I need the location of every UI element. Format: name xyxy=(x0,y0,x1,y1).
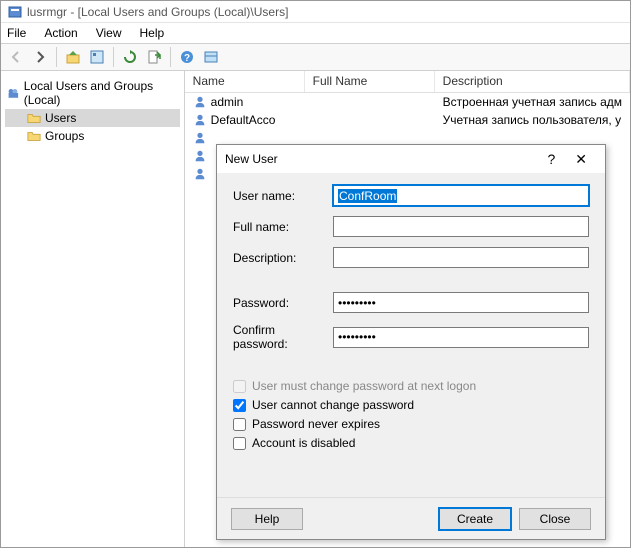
description-field[interactable] xyxy=(333,247,589,268)
check-disabled-box[interactable] xyxy=(233,437,246,450)
tree-groups[interactable]: Groups xyxy=(5,127,180,145)
username-label: User name: xyxy=(233,189,333,203)
username-value: ConfRoom xyxy=(338,189,397,203)
help-button[interactable]: ? xyxy=(176,46,198,68)
fullname-field[interactable] xyxy=(333,216,589,237)
user-icon xyxy=(193,131,207,145)
folder-icon xyxy=(27,111,41,125)
confirm-row: Confirm password: xyxy=(233,323,589,351)
separator xyxy=(113,47,114,67)
close-button[interactable]: Close xyxy=(519,508,591,530)
back-button[interactable] xyxy=(5,46,27,68)
help-icon[interactable]: ? xyxy=(537,151,565,167)
list-header: Name Full Name Description xyxy=(185,71,630,93)
password-field[interactable] xyxy=(333,292,589,313)
col-description[interactable]: Description xyxy=(435,71,630,92)
user-name: admin xyxy=(211,95,244,109)
tree-users-label: Users xyxy=(45,111,76,125)
new-user-dialog: New User ? ✕ User name: ConfRoom Full na… xyxy=(216,144,606,540)
check-never-expires[interactable]: Password never expires xyxy=(233,417,589,431)
check-cannot-change-box[interactable] xyxy=(233,399,246,412)
view-button[interactable] xyxy=(200,46,222,68)
username-field[interactable]: ConfRoom xyxy=(333,185,589,206)
dialog-titlebar: New User ? ✕ xyxy=(217,145,605,173)
tree-groups-label: Groups xyxy=(45,129,84,143)
separator xyxy=(56,47,57,67)
menu-view[interactable]: View xyxy=(96,26,122,40)
fullname-row: Full name: xyxy=(233,216,589,237)
check-must-change-box xyxy=(233,380,246,393)
help-button[interactable]: Help xyxy=(231,508,303,530)
refresh-button[interactable] xyxy=(119,46,141,68)
tree-root[interactable]: Local Users and Groups (Local) xyxy=(5,77,180,109)
folder-icon xyxy=(27,129,41,143)
user-icon xyxy=(193,167,207,181)
tree-users[interactable]: Users xyxy=(5,109,180,127)
password-label: Password: xyxy=(233,296,333,310)
user-icon xyxy=(193,113,207,127)
check-must-change-label: User must change password at next logon xyxy=(252,379,476,393)
separator xyxy=(170,47,171,67)
password-row: Password: xyxy=(233,292,589,313)
user-row[interactable]: admin Встроенная учетная запись адм xyxy=(185,93,630,111)
up-button[interactable] xyxy=(62,46,84,68)
dialog-footer: Help Create Close xyxy=(217,497,605,539)
menubar: File Action View Help xyxy=(1,23,630,43)
check-must-change: User must change password at next logon xyxy=(233,379,589,393)
confirm-field[interactable] xyxy=(333,327,589,348)
col-name[interactable]: Name xyxy=(185,71,305,92)
username-row: User name: ConfRoom xyxy=(233,185,589,206)
close-icon[interactable]: ✕ xyxy=(565,151,597,168)
forward-button[interactable] xyxy=(29,46,51,68)
tree-root-label: Local Users and Groups (Local) xyxy=(24,79,178,107)
toolbar: ? xyxy=(1,43,630,71)
check-disabled-label: Account is disabled xyxy=(252,436,355,450)
app-icon xyxy=(7,4,23,20)
user-icon xyxy=(193,149,207,163)
fullname-label: Full name: xyxy=(233,220,333,234)
menu-action[interactable]: Action xyxy=(44,26,77,40)
dialog-title: New User xyxy=(225,152,537,166)
window-title: lusrmgr - [Local Users and Groups (Local… xyxy=(27,5,288,19)
titlebar: lusrmgr - [Local Users and Groups (Local… xyxy=(1,1,630,23)
svg-text:?: ? xyxy=(184,53,190,64)
user-icon xyxy=(193,95,207,109)
check-never-expires-box[interactable] xyxy=(233,418,246,431)
check-never-expires-label: Password never expires xyxy=(252,417,380,431)
check-cannot-change[interactable]: User cannot change password xyxy=(233,398,589,412)
tree-panel: Local Users and Groups (Local) Users Gro… xyxy=(1,71,185,547)
user-row[interactable]: DefaultAcco Учетная запись пользователя,… xyxy=(185,111,630,129)
description-label: Description: xyxy=(233,251,333,265)
create-button[interactable]: Create xyxy=(439,508,511,530)
group-root-icon xyxy=(7,86,20,100)
description-row: Description: xyxy=(233,247,589,268)
user-desc: Встроенная учетная запись адм xyxy=(435,95,630,109)
col-fullname[interactable]: Full Name xyxy=(305,71,435,92)
properties-button[interactable] xyxy=(86,46,108,68)
check-cannot-change-label: User cannot change password xyxy=(252,398,414,412)
dialog-body: User name: ConfRoom Full name: Descripti… xyxy=(217,173,605,497)
user-name: DefaultAcco xyxy=(211,113,276,127)
menu-file[interactable]: File xyxy=(7,26,26,40)
confirm-label: Confirm password: xyxy=(233,323,333,351)
menu-help[interactable]: Help xyxy=(140,26,165,40)
export-button[interactable] xyxy=(143,46,165,68)
check-disabled[interactable]: Account is disabled xyxy=(233,436,589,450)
user-desc: Учетная запись пользователя, у xyxy=(435,113,630,127)
